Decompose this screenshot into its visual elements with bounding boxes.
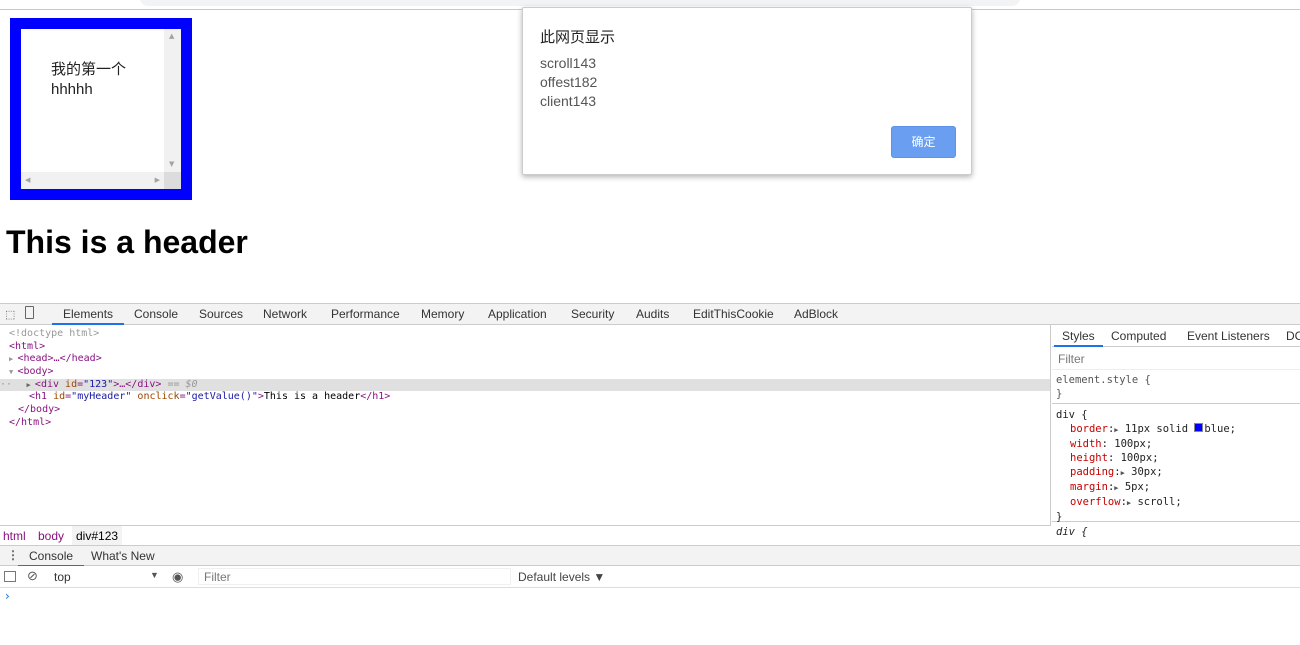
tab-audits[interactable]: Audits	[636, 307, 669, 325]
styles-pane: Styles Computed Event Listeners DC Filte…	[1052, 325, 1300, 545]
vertical-scrollbar[interactable]: ▲ ▼	[164, 29, 181, 172]
sidebar-toggle-icon[interactable]	[4, 571, 16, 582]
rule-selector: div {	[1056, 409, 1088, 421]
expand-triangle-icon[interactable]: ▶	[18, 381, 35, 389]
log-levels-dropdown[interactable]: Default levels ▼	[518, 570, 605, 584]
style-property-padding[interactable]: padding:▶ 30px;	[1056, 465, 1296, 480]
tab-event-listeners[interactable]: Event Listeners	[1187, 329, 1270, 347]
tab-network[interactable]: Network	[263, 307, 307, 325]
dom-h1[interactable]: <h1 id="myHeader" onclick="getValue()">T…	[0, 391, 1050, 404]
styles-filter-input[interactable]: Filter	[1052, 348, 1300, 370]
box-text-line1: 我的第一个	[51, 61, 127, 78]
color-swatch[interactable]	[1194, 423, 1204, 432]
dialog-line: scroll143	[540, 55, 597, 71]
dom-body-tag: <body>	[17, 366, 54, 378]
console-filter-input[interactable]: Filter	[198, 568, 511, 585]
tab-sources[interactable]: Sources	[199, 307, 243, 325]
context-dropdown-icon[interactable]: ▼	[150, 570, 159, 580]
drawer-tab-bar: ⋮ Console What's New	[0, 545, 1300, 567]
breadcrumb-body[interactable]: body	[38, 529, 64, 543]
address-bar[interactable]	[140, 0, 1020, 6]
dom-head-tag: <head>…</head>	[17, 353, 102, 365]
dialog-title: 此网页显示	[540, 29, 616, 46]
dialog-message: scroll143 offest182 client143	[540, 54, 597, 111]
scroll-up-arrow-icon[interactable]: ▲	[169, 32, 174, 40]
styles-tab-bar: Styles Computed Event Listeners DC	[1052, 325, 1300, 347]
ok-button[interactable]: 确定	[891, 126, 956, 158]
tab-editthiscookie[interactable]: EditThisCookie	[693, 307, 774, 325]
style-property-height[interactable]: height: 100px;	[1056, 451, 1296, 465]
console-prompt[interactable]: ›	[5, 589, 10, 603]
tab-memory[interactable]: Memory	[421, 307, 464, 325]
style-property-border[interactable]: border:▶ 11px solid blue;	[1056, 422, 1296, 437]
breadcrumb-div[interactable]: div#123	[72, 526, 123, 545]
horizontal-scrollbar[interactable]: ◀ ▶	[21, 172, 164, 189]
tab-application[interactable]: Application	[488, 307, 547, 325]
console-toolbar: ⊘ top ▼ ◉ Filter Default levels ▼	[0, 566, 1300, 588]
inspect-element-icon[interactable]: ⬚	[5, 308, 15, 321]
dom-body[interactable]: ▼ <body>	[0, 366, 1050, 379]
dom-html-close[interactable]: </html>	[0, 417, 1050, 430]
scroll-down-arrow-icon[interactable]: ▼	[169, 160, 174, 168]
scrollbar-corner	[164, 172, 181, 189]
dialog-line: offest182	[540, 74, 598, 90]
tab-performance[interactable]: Performance	[331, 307, 400, 325]
drawer-tab-whats-new[interactable]: What's New	[91, 549, 155, 567]
expand-triangle-icon[interactable]: ▶	[1114, 426, 1118, 434]
tab-dom-breakpoints[interactable]: DC	[1286, 329, 1300, 347]
breadcrumb-html[interactable]: html	[3, 529, 26, 543]
breadcrumb: html body div#123	[0, 525, 1051, 545]
alert-dialog: 此网页显示 scroll143 offest182 client143 确定	[522, 7, 972, 175]
scroll-box[interactable]: 我的第一个 hhhhh ▲ ▼ ◀ ▶	[10, 18, 192, 200]
scroll-box-content: 我的第一个 hhhhh	[51, 60, 126, 100]
expand-triangle-icon[interactable]: ▶	[1114, 484, 1118, 492]
tab-elements[interactable]: Elements	[52, 307, 125, 325]
tab-styles[interactable]: Styles	[1054, 329, 1103, 347]
eye-icon[interactable]: ◉	[172, 569, 183, 585]
scroll-right-arrow-icon[interactable]: ▶	[155, 176, 160, 184]
tab-security[interactable]: Security	[571, 307, 614, 325]
dialog-line: client143	[540, 93, 597, 109]
dom-head[interactable]: ▶ <head>…</head>	[0, 353, 1050, 366]
tab-computed[interactable]: Computed	[1111, 329, 1166, 347]
element-style-rule[interactable]: element.style {}	[1052, 371, 1300, 404]
box-text-line2: hhhhh	[51, 81, 93, 98]
scroll-left-arrow-icon[interactable]: ◀	[25, 176, 30, 184]
devtools-tab-bar: ⬚ Elements Console Sources Network Perfo…	[0, 303, 1300, 325]
expand-triangle-icon[interactable]: ▶	[1127, 499, 1131, 507]
context-selector[interactable]: top	[54, 570, 71, 584]
dom-html[interactable]: <html>	[0, 341, 1050, 354]
style-property-margin[interactable]: margin:▶ 5px;	[1056, 480, 1296, 495]
elements-dom-tree: <!doctype html> <html> ▶ <head>…</head> …	[0, 325, 1051, 525]
div-style-rule[interactable]: div { border:▶ 11px solid blue; width: 10…	[1052, 406, 1300, 523]
next-style-rule[interactable]: div {	[1056, 526, 1088, 538]
page-header[interactable]: This is a header	[6, 224, 248, 261]
dom-doctype[interactable]: <!doctype html>	[0, 328, 1050, 341]
style-property-overflow[interactable]: overflow:▶ scroll;	[1056, 495, 1296, 510]
expand-triangle-icon[interactable]: ▶	[1121, 469, 1125, 477]
tab-console[interactable]: Console	[134, 307, 178, 325]
dom-div-selected[interactable]: ·· ▶ <div id="123">…</div> == $0	[0, 378, 1050, 392]
drawer-tab-console[interactable]: Console	[18, 549, 85, 567]
device-toolbar-icon[interactable]	[25, 306, 34, 319]
dom-body-close[interactable]: </body>	[0, 404, 1050, 417]
clear-console-icon[interactable]: ⊘	[27, 568, 38, 584]
tab-adblock[interactable]: AdBlock	[794, 307, 838, 325]
style-property-width[interactable]: width: 100px;	[1056, 437, 1296, 451]
